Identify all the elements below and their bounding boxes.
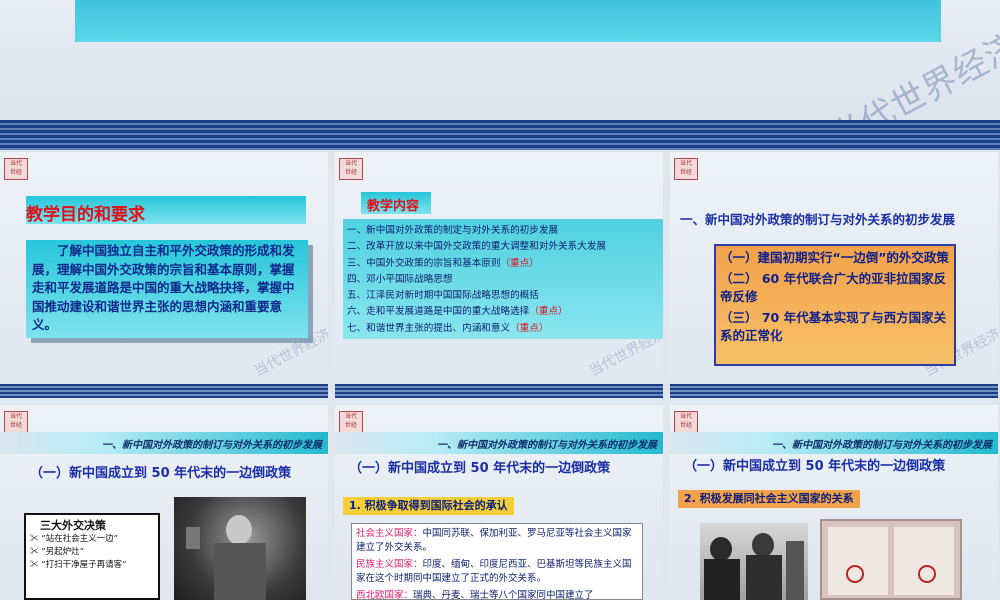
point-item: （二） 60 年代联合广大的亚非拉国家反帝反修 (720, 271, 947, 304)
banner-stripes (0, 120, 1000, 150)
slide-thumbnail-2[interactable]: 当代 世经 当代世界经济 教学内容 一、新中国对外政策的制定与对外关系的初步发展 … (335, 152, 663, 398)
section-label: 1. 积极争取得到国际社会的承认 (343, 497, 514, 515)
list-item: 一、新中国对外政策的制定与对外关系的初步发展 (347, 225, 559, 236)
policy-box: 三大外交决策 ✂ “站在社会主义一边” ✂ “另起炉灶” ✂ “打扫干净屋子再请… (24, 513, 160, 600)
scissors-icon: ✂ (30, 560, 39, 570)
content-list: 一、新中国对外政策的制定与对外关系的初步发展 二、改革开放以来中国外交政策的重大… (343, 219, 663, 339)
slide-thumbnail-3[interactable]: 当代 世经 当代世界经济 一、新中国对外政策的制订与对外关系的初步发展 （一）建国… (670, 152, 998, 398)
slide-body-text: 了解中国独立自主和平外交政策的形成和发展，理解中国外交政策的宗旨和基本原则，掌握… (32, 243, 295, 332)
list-item: ✂ “站在社会主义一边” (30, 534, 118, 544)
logo-icon: 当代 世经 (339, 411, 363, 433)
list-item: 五、江泽民对新时期中国国际战略思想的概括 (347, 290, 539, 302)
scissors-icon: ✂ (30, 547, 39, 557)
list-item: 六、走和平发展道路是中国的重大战略选择（重点） (347, 306, 568, 318)
scissors-icon: ✂ (30, 534, 39, 544)
logo-icon: 当代 世经 (339, 158, 363, 180)
section-label: 2. 积极发展同社会主义国家的关系 (678, 490, 860, 508)
slide-thumbnail-1[interactable]: 当代 世经 当代世界经济 教学目的和要求 了解中国独立自主和平外交政策的形成和发展… (0, 152, 328, 398)
point-item: （一）建国初期实行“一边倒”的外交政策 (720, 250, 949, 265)
recognition-box: 社会主义国家：中国同苏联、保加利亚、罗马尼亚等社会主义国家建立了外交关系。 民族… (351, 523, 643, 600)
category-label: 民族主义国家： (356, 559, 423, 570)
slide-header-strip: 一、新中国对外政策的制订与对外关系的初步发展 (335, 432, 663, 454)
slide-thumbnail-4[interactable]: 当代 世经 一、新中国对外政策的制订与对外关系的初步发展 （一）新中国成立到 50… (0, 405, 328, 600)
list-item: 三、中国外交政策的宗旨和基本原则（重点） (347, 257, 539, 269)
list-item: 二、改革开放以来中国外交政策的重大调整和对外关系大发展 (347, 241, 607, 253)
category-label: 西北欧国家： (356, 590, 414, 600)
slide-subtitle: （一）新中国成立到 50 年代末的一边倒政策 (30, 466, 292, 481)
slide-thumbnail-5[interactable]: 当代 世经 一、新中国对外政策的制订与对外关系的初步发展 （一）新中国成立到 50… (335, 405, 663, 600)
policy-box-title: 三大外交决策 (40, 519, 106, 532)
title-banner: 当代世界经济与政治 (0, 0, 1000, 159)
logo-icon: 当代 世经 (4, 411, 28, 433)
slide-title: 教学目的和要求 (26, 205, 145, 225)
historical-photo (174, 497, 306, 600)
logo-icon: 当代 世经 (674, 158, 698, 180)
slide-footer-bar (670, 384, 998, 398)
historical-photo (700, 523, 808, 600)
slide-footer-bar (0, 384, 328, 398)
slide-footer-bar (335, 384, 663, 398)
slide-header-strip: 一、新中国对外政策的制订与对外关系的初步发展 (0, 432, 328, 454)
category-label: 社会主义国家： (356, 528, 423, 539)
category-text: 瑞典、丹麦、瑞士等八个国家同中国建立了 (413, 590, 594, 600)
seal-icon (846, 565, 864, 583)
list-item: ✂ “另起炉灶” (30, 547, 84, 557)
slide-subtitle: （一）新中国成立到 50 年代末的一边倒政策 (684, 459, 946, 474)
slide-title: 一、新中国对外政策的制订与对外关系的初步发展 (680, 212, 956, 227)
seal-icon (918, 565, 936, 583)
slide-header-strip: 一、新中国对外政策的制订与对外关系的初步发展 (670, 432, 998, 454)
list-item: 七、和谐世界主张的提出、内涵和意义（重点） (347, 322, 549, 334)
slide-thumbnail-6[interactable]: 当代 世经 一、新中国对外政策的制订与对外关系的初步发展 （一）新中国成立到 50… (670, 405, 998, 600)
slide-body-box: 了解中国独立自主和平外交政策的形成和发展，理解中国外交政策的宗旨和基本原则，掌握… (26, 240, 308, 338)
list-item: ✂ “打扫干净屋子再请客” (30, 560, 127, 570)
slide-title: 教学内容 (367, 199, 420, 214)
slide-subtitle: （一）新中国成立到 50 年代末的一边倒政策 (349, 461, 611, 476)
logo-icon: 当代 世经 (4, 158, 28, 180)
list-item: 四、邓小平国际战略思想 (347, 273, 453, 285)
logo-icon: 当代 世经 (674, 411, 698, 433)
points-box: （一）建国初期实行“一边倒”的外交政策 （二） 60 年代联合广大的亚非拉国家反… (714, 244, 956, 366)
banner-cyan-bar (75, 0, 941, 42)
point-item: （三） 70 年代基本实现了与西方国家关系的正常化 (720, 310, 947, 343)
document-photo (820, 519, 962, 600)
